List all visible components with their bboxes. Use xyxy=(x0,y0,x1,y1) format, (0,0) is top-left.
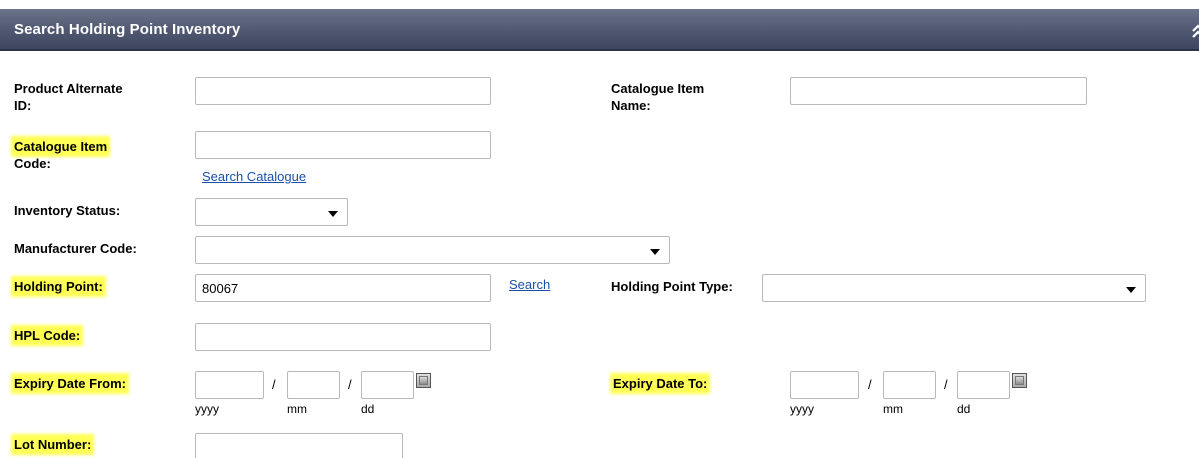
year-format-hint: yyyy xyxy=(195,402,219,416)
expiry-to-day-input[interactable] xyxy=(957,371,1010,399)
lot-number-label-text: Lot Number: xyxy=(14,437,92,452)
chevron-down-icon xyxy=(650,249,660,255)
catalogue-item-name-label-line1: Catalogue Item xyxy=(611,81,705,96)
date-separator: / xyxy=(944,377,948,392)
search-catalogue-link[interactable]: Search Catalogue xyxy=(202,169,306,184)
expiry-date-from-label: Expiry Date From: xyxy=(14,375,126,392)
lot-number-label: Lot Number: xyxy=(14,436,92,453)
lot-number-input[interactable] xyxy=(195,433,403,458)
month-format-hint: mm xyxy=(883,402,903,416)
holding-point-search-link[interactable]: Search xyxy=(509,277,550,292)
expiry-date-to-label-text: Expiry Date To: xyxy=(613,376,708,391)
month-format-hint: mm xyxy=(287,402,307,416)
date-separator: / xyxy=(868,377,872,392)
expiry-from-year-input[interactable] xyxy=(195,371,264,399)
chevron-down-icon xyxy=(328,211,338,217)
expiry-from-month-input[interactable] xyxy=(287,371,340,399)
catalogue-item-code-label-line2: Code: xyxy=(14,156,51,171)
catalogue-item-name-label: Catalogue Item Name: xyxy=(611,80,704,114)
day-format-hint: dd xyxy=(361,402,375,416)
inventory-status-select[interactable] xyxy=(195,198,348,226)
panel-header: Search Holding Point Inventory xyxy=(0,9,1199,51)
double-chevron-up-icon[interactable] xyxy=(1191,23,1199,39)
holding-point-type-select[interactable] xyxy=(762,274,1146,302)
holding-point-input[interactable] xyxy=(195,274,491,302)
calendar-icon[interactable] xyxy=(416,373,431,388)
hpl-code-input[interactable] xyxy=(195,323,491,351)
product-alt-id-label: Product Alternate ID: xyxy=(14,80,123,114)
product-alt-id-label-line2: ID: xyxy=(14,98,32,113)
panel-title: Search Holding Point Inventory xyxy=(14,21,241,38)
holding-point-type-label: Holding Point Type: xyxy=(611,279,733,294)
catalogue-item-code-input[interactable] xyxy=(195,131,491,159)
expiry-date-to-label: Expiry Date To: xyxy=(613,375,708,392)
catalogue-item-code-label-line1: Catalogue Item xyxy=(14,139,108,154)
year-format-hint: yyyy xyxy=(790,402,814,416)
product-alt-id-label-line1: Product Alternate xyxy=(14,81,123,96)
day-format-hint: dd xyxy=(957,402,971,416)
expiry-to-year-input[interactable] xyxy=(790,371,859,399)
product-alt-id-input[interactable] xyxy=(195,77,491,105)
expiry-to-month-input[interactable] xyxy=(883,371,936,399)
catalogue-item-name-label-line2: Name: xyxy=(611,98,651,113)
expiry-date-from-label-text: Expiry Date From: xyxy=(14,376,126,391)
catalogue-item-name-input[interactable] xyxy=(790,77,1087,105)
date-separator: / xyxy=(272,377,276,392)
date-separator: / xyxy=(348,377,352,392)
holding-point-label: Holding Point: xyxy=(14,278,103,295)
hpl-code-label-text: HPL Code: xyxy=(14,328,81,343)
chevron-down-icon xyxy=(1126,287,1136,293)
manufacturer-code-label: Manufacturer Code: xyxy=(14,241,137,256)
manufacturer-code-select[interactable] xyxy=(195,236,670,264)
catalogue-item-code-label: Catalogue Item Code: xyxy=(14,138,108,172)
inventory-status-label: Inventory Status: xyxy=(14,203,121,218)
hpl-code-label: HPL Code: xyxy=(14,327,81,344)
calendar-icon[interactable] xyxy=(1012,373,1027,388)
holding-point-label-text: Holding Point: xyxy=(14,279,103,294)
expiry-from-day-input[interactable] xyxy=(361,371,414,399)
